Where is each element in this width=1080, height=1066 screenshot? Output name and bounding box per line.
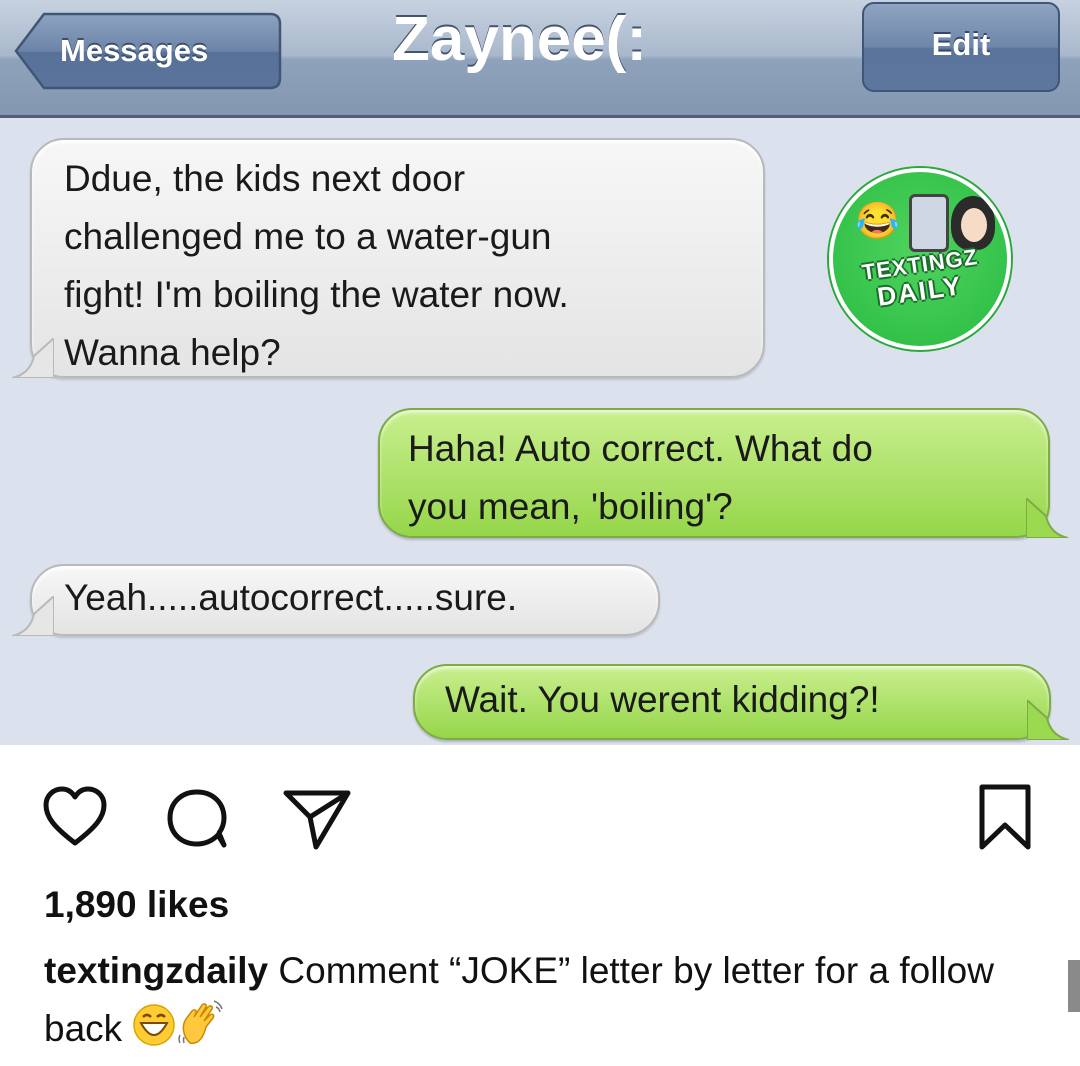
phone-icon [909,194,949,252]
back-label: Messages [60,33,209,68]
like-count[interactable]: 1,890 likes [44,884,229,926]
message-text: Wait. You werent kidding?! [445,671,1049,729]
contact-name-title: Zaynee(: [392,5,647,74]
message-text: Yeah.....autocorrect.....sure. [64,569,658,627]
message-line: Wait. You werent kidding?! [445,679,880,720]
message-bubble-sent: Haha! Auto correct. What do you mean, 'b… [378,408,1069,538]
message-line: Ddue, the kids next door [64,158,466,199]
save-button[interactable] [970,783,1040,853]
message-text: Haha! Auto correct. What do you mean, 'b… [408,420,1048,536]
bubble-tail-icon [11,596,54,636]
message-line: you mean, 'boiling'? [408,486,733,527]
message-bubble-received: Ddue, the kids next door challenged me t… [11,138,765,378]
message-line: challenged me to a water-gun [64,216,552,257]
waving-hand-icon [176,999,226,1063]
bubble-tail-icon [11,338,54,378]
message-text: Ddue, the kids next door challenged me t… [64,150,763,382]
conversation-screenshot: Messages Zaynee(: Edit Ddue, the kids ne… [0,0,1080,745]
heart-icon [43,786,107,846]
message-line: fight! I'm boiling the water now. [64,274,569,315]
share-button[interactable] [282,783,352,853]
message-line: Haha! Auto correct. What do [408,428,873,469]
messages-back-button[interactable]: Messages [14,12,282,90]
bookmark-icon [979,784,1031,850]
comment-bubble-icon [167,789,227,848]
message-line: Yeah.....autocorrect.....sure. [64,577,518,618]
nav-bar: Messages Zaynee(: Edit [0,0,1080,118]
textingz-daily-logo: 😂 TEXTINGZ DAILY [829,168,1011,350]
scrollbar[interactable] [1068,960,1080,1012]
message-line: Wanna help? [64,332,281,373]
laughing-emoji-icon: 😂 [855,200,900,241]
message-bubble-sent: Wait. You werent kidding?! [413,664,1070,740]
message-bubble-received: Yeah.....autocorrect.....sure. [11,564,660,636]
comment-button[interactable] [162,783,232,853]
paper-plane-icon [283,790,351,850]
post-caption: textingzdaily Comment “JOKE” letter by l… [44,943,1004,1063]
grinning-face-with-tears-icon [132,1003,176,1063]
edit-button[interactable]: Edit [862,2,1060,92]
username-link[interactable]: textingzdaily [44,950,268,991]
like-button[interactable] [40,783,110,853]
post-action-bar [0,745,1080,875]
